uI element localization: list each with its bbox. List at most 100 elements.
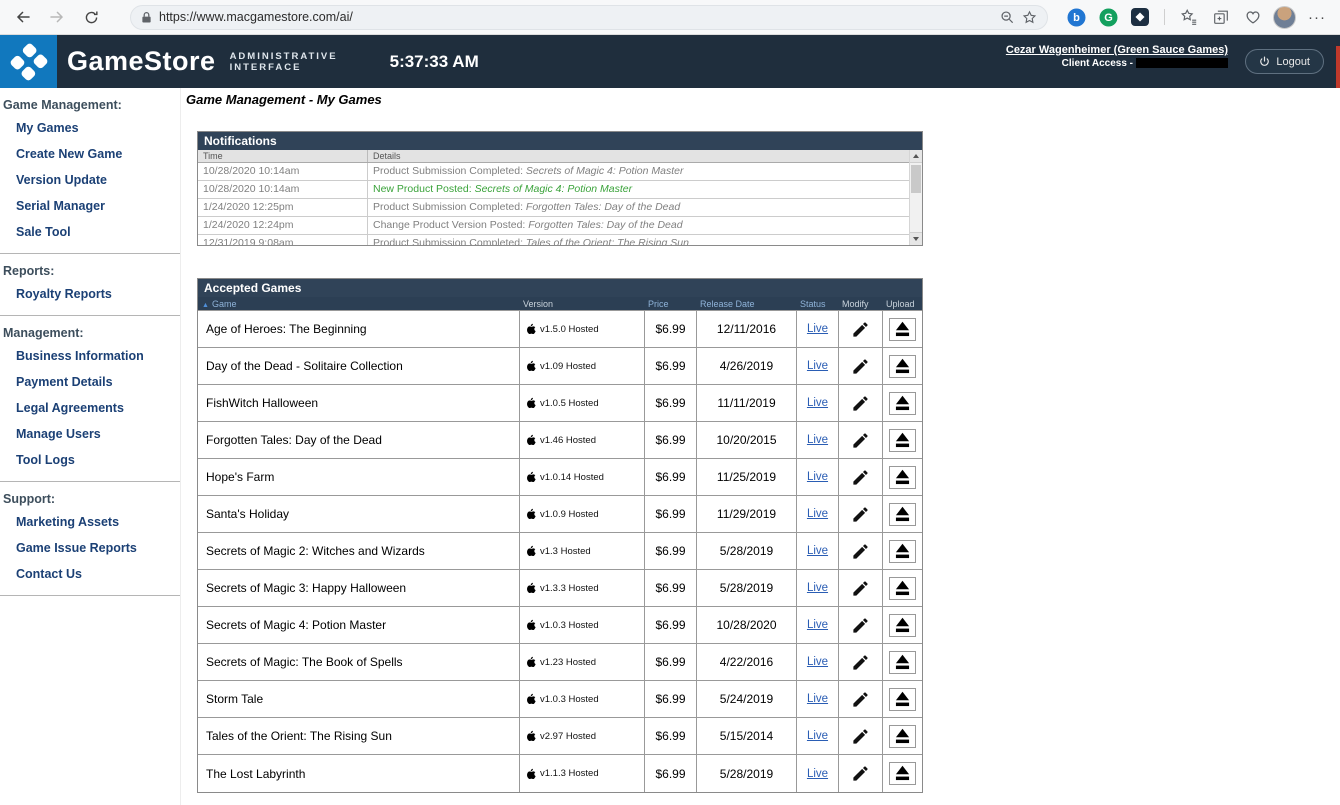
favorite-star-icon[interactable] [1022, 10, 1037, 25]
upload-button[interactable] [889, 725, 916, 748]
sidebar-item-my-games[interactable]: My Games [0, 115, 180, 141]
upload-button[interactable] [889, 318, 916, 341]
sidebar-item-serial-manager[interactable]: Serial Manager [0, 193, 180, 219]
modify-button[interactable] [851, 542, 870, 561]
forward-button[interactable] [44, 4, 70, 30]
game-price: $6.99 [644, 348, 696, 384]
address-bar[interactable]: https://www.macgamestore.com/ai/ [130, 5, 1048, 30]
accepted-games-rows: Age of Heroes: The Beginningv1.5.0 Hoste… [198, 311, 922, 792]
modify-button[interactable] [851, 727, 870, 746]
upload-button[interactable] [889, 540, 916, 563]
svg-text:G: G [1104, 12, 1113, 24]
status-live-link[interactable]: Live [807, 619, 828, 631]
game-row: Secrets of Magic: The Book of Spells v1.2… [198, 644, 922, 681]
user-link[interactable]: Cezar Wagenheimer (Green Sauce Games) [1006, 44, 1228, 56]
upload-button[interactable] [889, 503, 916, 526]
sidebar-item-business-information[interactable]: Business Information [0, 343, 180, 369]
status-live-link[interactable]: Live [807, 434, 828, 446]
modify-button[interactable] [851, 431, 870, 450]
modify-button[interactable] [851, 690, 870, 709]
notification-game-title: Secrets of Magic 4: Potion Master [526, 165, 684, 177]
status-live-link[interactable]: Live [807, 471, 828, 483]
status-live-link[interactable]: Live [807, 323, 828, 335]
accepted-games-column-header: ▲Game Version Price Release Date Status … [198, 297, 922, 311]
sidebar-item-payment-details[interactable]: Payment Details [0, 369, 180, 395]
sidebar-item-game-issue-reports[interactable]: Game Issue Reports [0, 535, 180, 561]
modify-button[interactable] [851, 468, 870, 487]
upload-button[interactable] [889, 466, 916, 489]
game-modify-cell [838, 496, 882, 532]
game-name: Secrets of Magic: The Book of Spells [198, 644, 519, 680]
extension-blue-icon[interactable]: b [1064, 5, 1088, 29]
upload-button[interactable] [889, 429, 916, 452]
upload-button[interactable] [889, 355, 916, 378]
status-live-link[interactable]: Live [807, 656, 828, 668]
gamestore-logo[interactable] [0, 35, 57, 88]
modify-button[interactable] [851, 579, 870, 598]
logout-button[interactable]: Logout [1245, 49, 1324, 74]
game-version-text: v1.0.3 Hosted [540, 620, 599, 631]
sidebar-section-support: Support:Marketing AssetsGame Issue Repor… [0, 482, 180, 596]
more-menu-icon[interactable]: ··· [1304, 9, 1330, 26]
sidebar-item-create-new-game[interactable]: Create New Game [0, 141, 180, 167]
notifications-scrollbar[interactable] [909, 150, 922, 245]
modify-button[interactable] [851, 764, 870, 783]
modify-button[interactable] [851, 653, 870, 672]
extension-green-icon[interactable]: G [1096, 5, 1120, 29]
upload-button[interactable] [889, 614, 916, 637]
column-header-details[interactable]: Details [368, 150, 909, 162]
sidebar-section-title: Management: [0, 318, 180, 343]
status-live-link[interactable]: Live [807, 693, 828, 705]
upload-button[interactable] [889, 688, 916, 711]
scrollbar-thumb[interactable] [911, 165, 921, 193]
modify-button[interactable] [851, 394, 870, 413]
sidebar-item-contact-us[interactable]: Contact Us [0, 561, 180, 587]
upload-button[interactable] [889, 762, 916, 785]
game-upload-cell [882, 533, 922, 569]
sidebar-item-royalty-reports[interactable]: Royalty Reports [0, 281, 180, 307]
game-version-text: v1.23 Hosted [540, 657, 596, 668]
favorites-bar-icon[interactable] [1177, 5, 1201, 29]
sidebar-item-marketing-assets[interactable]: Marketing Assets [0, 509, 180, 535]
notification-row: 1/24/2020 12:24pmChange Product Version … [198, 217, 909, 235]
sidebar-item-tool-logs[interactable]: Tool Logs [0, 447, 180, 473]
sidebar-item-version-update[interactable]: Version Update [0, 167, 180, 193]
eject-icon [893, 654, 912, 671]
browser-essentials-icon[interactable] [1241, 5, 1265, 29]
upload-button[interactable] [889, 392, 916, 415]
collections-icon[interactable] [1209, 5, 1233, 29]
game-version: v1.0.3 Hosted [519, 681, 644, 717]
modify-button[interactable] [851, 616, 870, 635]
status-live-link[interactable]: Live [807, 545, 828, 557]
scroll-up-button[interactable] [910, 150, 922, 163]
status-live-link[interactable]: Live [807, 397, 828, 409]
scroll-down-button[interactable] [910, 232, 922, 245]
status-live-link[interactable]: Live [807, 730, 828, 742]
upload-button[interactable] [889, 651, 916, 674]
extension-dark-icon[interactable] [1128, 5, 1152, 29]
url-text[interactable]: https://www.macgamestore.com/ai/ [159, 10, 993, 24]
notification-game-title: Tales of the Orient: The Rising Sun [526, 237, 689, 245]
modify-button[interactable] [851, 320, 870, 339]
status-live-link[interactable]: Live [807, 582, 828, 594]
column-header-time[interactable]: Time [198, 150, 368, 162]
notifications-title: Notifications [198, 132, 922, 150]
sidebar-item-manage-users[interactable]: Manage Users [0, 421, 180, 447]
game-release-date: 12/11/2016 [696, 311, 796, 347]
zoom-icon[interactable] [1000, 10, 1015, 25]
client-access-label: Client Access - [1062, 58, 1133, 69]
refresh-button[interactable] [78, 4, 104, 30]
profile-avatar[interactable] [1273, 6, 1296, 29]
sidebar-item-sale-tool[interactable]: Sale Tool [0, 219, 180, 245]
status-live-link[interactable]: Live [807, 768, 828, 780]
back-button[interactable] [10, 4, 36, 30]
apple-icon [526, 508, 536, 520]
sidebar-item-legal-agreements[interactable]: Legal Agreements [0, 395, 180, 421]
game-version: v1.0.5 Hosted [519, 385, 644, 421]
page-title: Game Management - My Games [186, 92, 1340, 107]
status-live-link[interactable]: Live [807, 360, 828, 372]
modify-button[interactable] [851, 357, 870, 376]
upload-button[interactable] [889, 577, 916, 600]
status-live-link[interactable]: Live [807, 508, 828, 520]
modify-button[interactable] [851, 505, 870, 524]
